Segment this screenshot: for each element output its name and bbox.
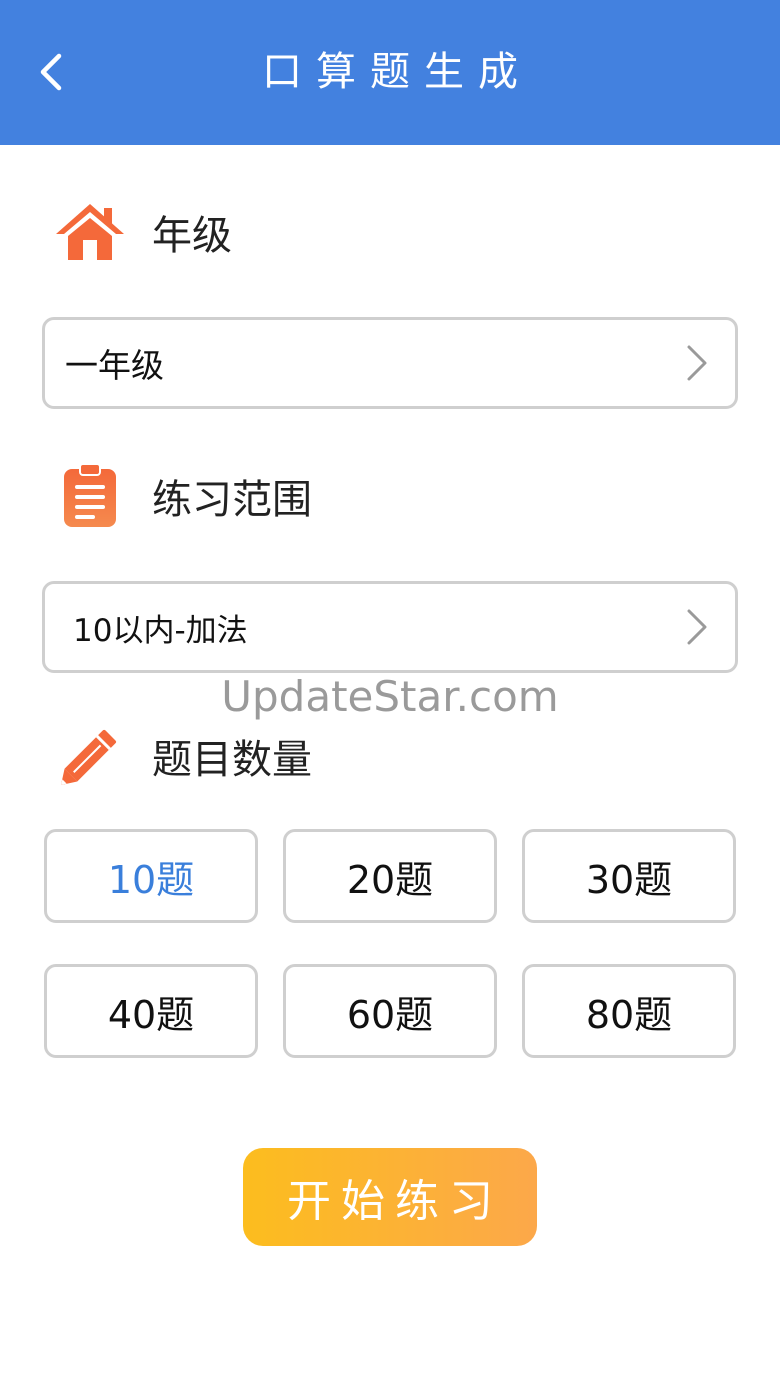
pencil-icon [52, 718, 128, 794]
quantity-option-10[interactable]: 10题 [44, 829, 258, 923]
quantity-label: 题目数量 [152, 737, 312, 783]
quantity-options: 10题 20题 30题 40题 60题 80题 [44, 829, 736, 1058]
range-section-header: 练习范围 [52, 456, 312, 536]
range-value: 10以内-加法 [73, 612, 248, 649]
chevron-right-icon [687, 345, 707, 381]
grade-value: 一年级 [65, 346, 164, 385]
house-icon [52, 194, 128, 270]
quantity-option-30[interactable]: 30题 [522, 829, 736, 923]
app-header: 口算题生成 [0, 0, 780, 145]
chevron-right-icon [687, 609, 707, 645]
page-title: 口算题生成 [262, 49, 532, 95]
quantity-section-header: 题目数量 [52, 716, 312, 796]
quantity-option-40[interactable]: 40题 [44, 964, 258, 1058]
grade-label: 年级 [152, 213, 232, 259]
quantity-option-60[interactable]: 60题 [283, 964, 497, 1058]
start-practice-button[interactable]: 开始练习 [243, 1148, 537, 1246]
watermark-text: UpdateStar.com [221, 672, 559, 721]
clipboard-icon [52, 458, 128, 534]
grade-select[interactable]: 一年级 [42, 317, 738, 409]
quantity-option-20[interactable]: 20题 [283, 829, 497, 923]
grade-section-header: 年级 [52, 192, 232, 272]
range-label: 练习范围 [152, 477, 312, 523]
quantity-option-80[interactable]: 80题 [522, 964, 736, 1058]
range-select[interactable]: 10以内-加法 [42, 581, 738, 673]
